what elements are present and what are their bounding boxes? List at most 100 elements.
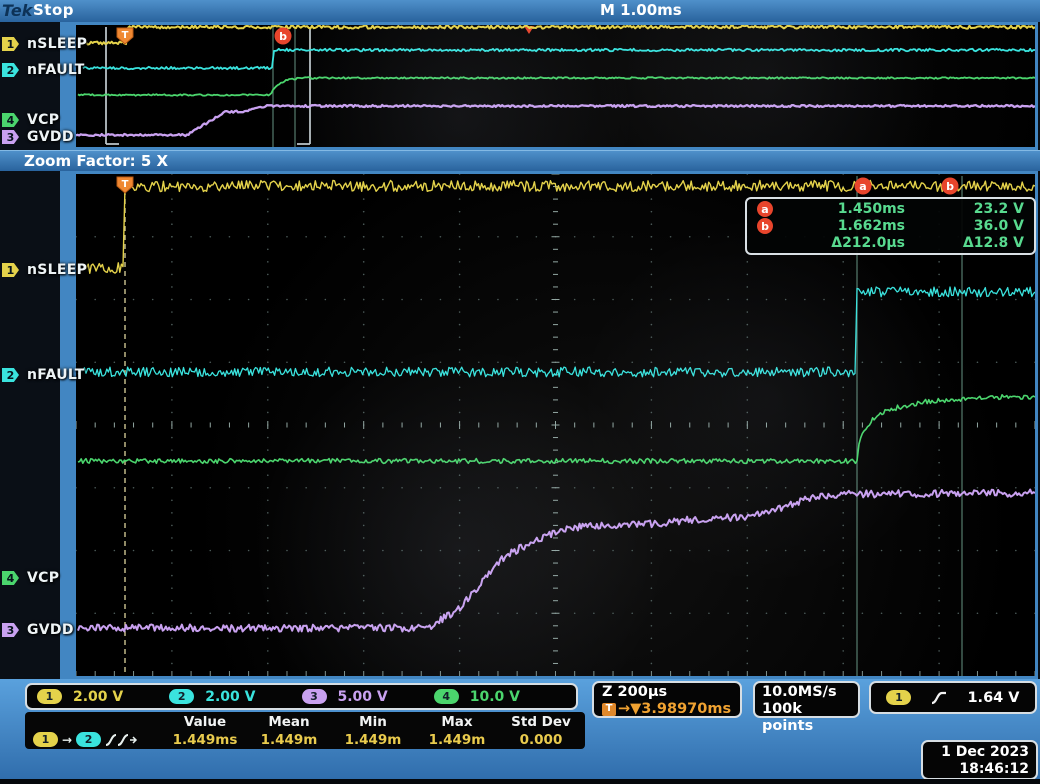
overview-waveform-plot: Tb: [76, 25, 1035, 147]
measurement-mean: 1.449m: [247, 732, 331, 748]
ch2-pill: 2: [169, 689, 194, 704]
overview-ch4-label: 4 VCP: [2, 112, 59, 128]
measurement-header: Mean: [247, 714, 331, 730]
cursor-delta-row: Δ212.0µs Δ12.8 V: [757, 234, 1024, 251]
trigger-source-pill: 1: [886, 690, 911, 705]
ch1-scale-group: 1 2.00 V: [37, 689, 169, 705]
bottom-status-bar: 1 2.00 V 2 2.00 V 3 5.00 V 4 10.0 V Valu…: [0, 679, 1040, 784]
overview-waveform-window: Tb: [60, 22, 1038, 150]
ch1-badge: 1: [2, 37, 19, 51]
top-status-bar: Tek Stop M 1.00ms: [0, 0, 1040, 22]
zoom-ch1-label: 1 nSLEEP: [2, 262, 87, 278]
ch4-name: VCP: [27, 112, 59, 128]
ch1-name: nSLEEP: [27, 36, 87, 52]
zoom-window-brackets: [106, 27, 310, 144]
cursor-readout-box: a 1.450ms 23.2 V b 1.662ms 36.0 V Δ212.0…: [745, 197, 1036, 255]
rising-edge-icon: [930, 690, 948, 706]
ch4-scale-group: 4 10.0 V: [434, 689, 566, 705]
tek-logo: Tek: [2, 1, 32, 20]
sample-rate-box: 10.0MS/s 100k points: [753, 681, 860, 718]
cursor-b-time: 1.662ms: [787, 218, 905, 234]
source-ch2-pill: 2: [76, 732, 101, 747]
measurement-stddev: 0.000: [499, 732, 583, 748]
cursor-b-row: b 1.662ms 36.0 V: [757, 218, 1024, 235]
record-length: 100k points: [762, 701, 851, 735]
ch3-pill: 3: [302, 689, 327, 704]
trigger-level: 1.64 V: [967, 690, 1019, 706]
ch3-scale-group: 3 5.00 V: [302, 689, 434, 705]
datetime-box: 1 Dec 2023 18:46:12: [921, 740, 1038, 780]
trace-GVDD: [78, 490, 1035, 632]
zoom-ch2-label: 2 nFAULT: [2, 367, 85, 383]
svg-text:b: b: [946, 180, 954, 193]
trigger-status-box: 1 1.64 V: [869, 681, 1037, 714]
channel-scale-box: 1 2.00 V 2 2.00 V 3 5.00 V 4 10.0 V: [25, 683, 578, 710]
trace-nFAULT: [78, 287, 1035, 377]
measurement-value: 1.449ms: [163, 732, 247, 748]
ch4-badge: 4: [2, 571, 19, 585]
ch1-name: nSLEEP: [27, 262, 87, 278]
ch2-name: nFAULT: [27, 62, 85, 78]
ch2-scale-group: 2 2.00 V: [169, 689, 301, 705]
ch2-name: nFAULT: [27, 367, 85, 383]
zoom-timebase-box: Z 200µs T →▼3.98970ms: [592, 681, 742, 718]
measurement-min: 1.449m: [331, 732, 415, 748]
ch3-name: GVDD: [27, 622, 74, 638]
ch2-badge: 2: [2, 63, 19, 77]
cursor-delta-voltage: Δ12.8 V: [905, 235, 1024, 251]
cursor-b-badge: b: [757, 218, 773, 234]
zoom-ch4-label: 4 VCP: [2, 570, 59, 586]
main-timebase-readout: M 1.00ms: [600, 1, 682, 19]
cursor-a-voltage: 23.2 V: [905, 201, 1024, 217]
zoom-ch3-label: 3 GVDD: [2, 622, 74, 638]
zoom-delay-value: →▼3.98970ms: [618, 701, 731, 717]
trace-nFAULT: [83, 49, 1035, 70]
zoom-timebase: Z 200µs: [602, 684, 732, 701]
measurement-strip: Value Mean Min Max Std Dev 1 → 2 1.44: [25, 712, 585, 749]
cursor-b-voltage: 36.0 V: [905, 218, 1024, 234]
measurement-header: Max: [415, 714, 499, 730]
cursor-a-time: 1.450ms: [787, 201, 905, 217]
measurement-header: Min: [331, 714, 415, 730]
edge-slope-icons: [105, 733, 139, 747]
overview-ch1-label: 1 nSLEEP: [2, 36, 87, 52]
trigger-marker-letter: T: [122, 30, 129, 41]
trigger-t-badge: T: [602, 703, 616, 716]
measurement-value-row: 1 → 2 1.449ms 1.449m 1.449m 1.449m 0.000: [25, 731, 585, 749]
ch3-name: GVDD: [27, 129, 74, 145]
zoom-factor-label: Zoom Factor: 5 X: [24, 152, 168, 170]
trace-GVDD: [76, 105, 1035, 136]
acquisition-status: Stop: [33, 1, 74, 19]
sample-rate: 10.0MS/s: [762, 684, 851, 701]
trace-nSLEEP: [83, 25, 1035, 44]
ch2-scale: 2.00 V: [205, 689, 255, 705]
measurement-max: 1.449m: [415, 732, 499, 748]
oscilloscope-screen: Tek Stop M 1.00ms Tb 1 nSLEEP 2 nFAULT 4…: [0, 0, 1040, 784]
date-readout: 1 Dec 2023: [923, 744, 1029, 761]
overview-ch3-label: 3 GVDD: [2, 129, 74, 145]
time-readout: 18:46:12: [923, 761, 1029, 778]
ch3-scale: 5.00 V: [338, 689, 388, 705]
ch2-badge: 2: [2, 368, 19, 382]
ch4-badge: 4: [2, 113, 19, 127]
measurement-header: Value: [163, 714, 247, 730]
svg-text:a: a: [859, 180, 866, 193]
ch3-badge: 3: [2, 623, 19, 637]
bottom-bezel-strip: [0, 779, 1040, 784]
ch4-scale: 10.0 V: [470, 689, 520, 705]
cursor-a-row: a 1.450ms 23.2 V: [757, 201, 1024, 218]
measurement-header-row: Value Mean Min Max Std Dev: [25, 713, 585, 731]
overview-ch2-label: 2 nFAULT: [2, 62, 85, 78]
source-ch1-pill: 1: [33, 732, 58, 747]
cursor-a-badge: a: [757, 201, 773, 217]
ch1-badge: 1: [2, 263, 19, 277]
svg-text:b: b: [279, 30, 287, 43]
trace-VCP: [78, 395, 1035, 464]
ch3-badge: 3: [2, 130, 19, 144]
source-arrow: →: [62, 733, 72, 747]
measurement-header: Std Dev: [499, 714, 583, 730]
ch4-name: VCP: [27, 570, 59, 586]
measurement-source: 1 → 2: [25, 732, 163, 747]
trigger-marker-letter: T: [122, 179, 129, 190]
zoom-delay-row: T →▼3.98970ms: [602, 701, 732, 717]
